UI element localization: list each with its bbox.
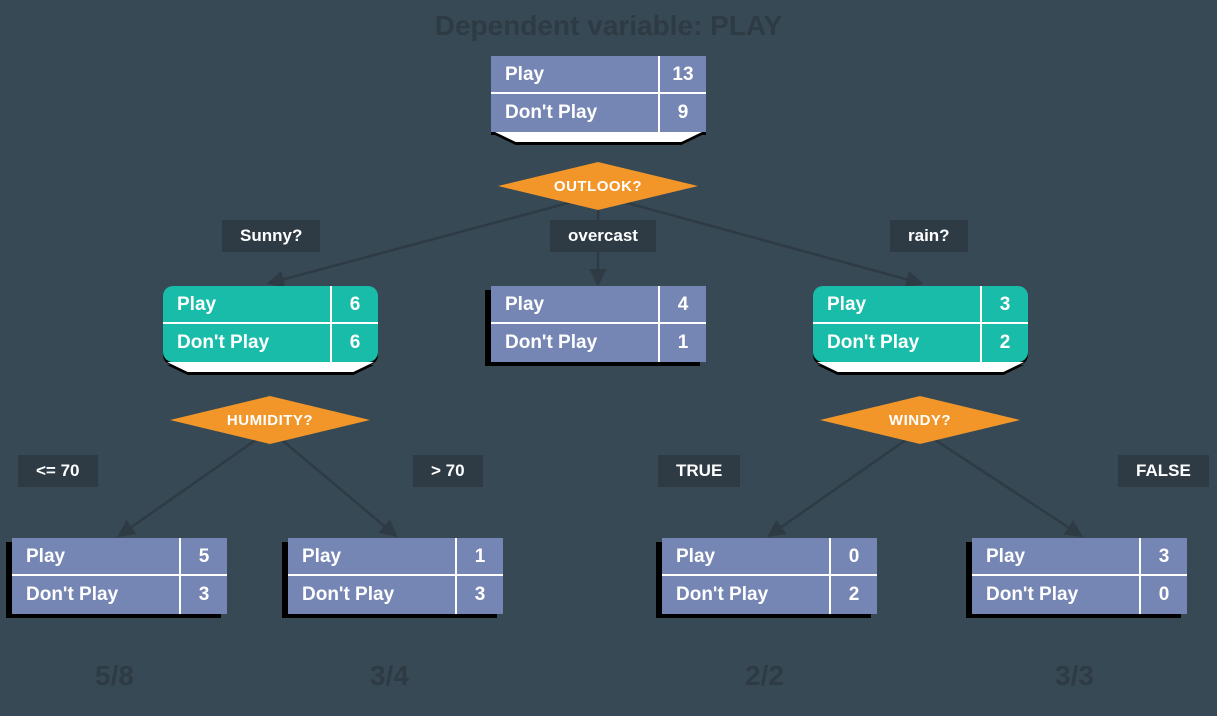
leaf-windy-true: Play0 Don't Play2 [662, 538, 877, 614]
diagram-title: Dependent variable: PLAY [0, 10, 1217, 42]
root-node: Play13 Don't Play9 [491, 56, 706, 132]
rain-play-value: 3 [982, 286, 1028, 322]
cond-true: TRUE [658, 455, 740, 487]
sunny-play-value: 6 [332, 286, 378, 322]
overcast-dont-value: 1 [660, 324, 706, 362]
leaf-windy-false: Play3 Don't Play0 [972, 538, 1187, 614]
node-overcast: Play4 Don't Play1 [491, 286, 706, 362]
leaf-humidity-le70: Play5 Don't Play3 [12, 538, 227, 614]
branch-overcast: overcast [550, 220, 656, 252]
cond-gt70: > 70 [413, 455, 483, 487]
node-rain: Play3 Don't Play2 [813, 286, 1028, 362]
overcast-play-value: 4 [660, 286, 706, 322]
rain-dont-value: 2 [982, 324, 1028, 362]
branch-sunny: Sunny? [222, 220, 320, 252]
ratio-c: 2/2 [745, 660, 784, 692]
cond-false: FALSE [1118, 455, 1209, 487]
cond-le70: <= 70 [18, 455, 98, 487]
decision-humidity: HUMIDITY? [170, 396, 370, 444]
ratio-a: 5/8 [95, 660, 134, 692]
node-sunny: Play6 Don't Play6 [163, 286, 378, 362]
ratio-b: 3/4 [370, 660, 409, 692]
decision-outlook: OUTLOOK? [498, 162, 698, 210]
branch-rain: rain? [890, 220, 968, 252]
leaf-humidity-gt70: Play1 Don't Play3 [288, 538, 503, 614]
root-play-value: 13 [660, 56, 706, 92]
root-play-label: Play [491, 56, 660, 92]
decision-windy: WINDY? [820, 396, 1020, 444]
sunny-dont-value: 6 [332, 324, 378, 362]
ratio-d: 3/3 [1055, 660, 1094, 692]
root-dont-label: Don't Play [491, 94, 660, 132]
root-dont-value: 9 [660, 94, 706, 132]
